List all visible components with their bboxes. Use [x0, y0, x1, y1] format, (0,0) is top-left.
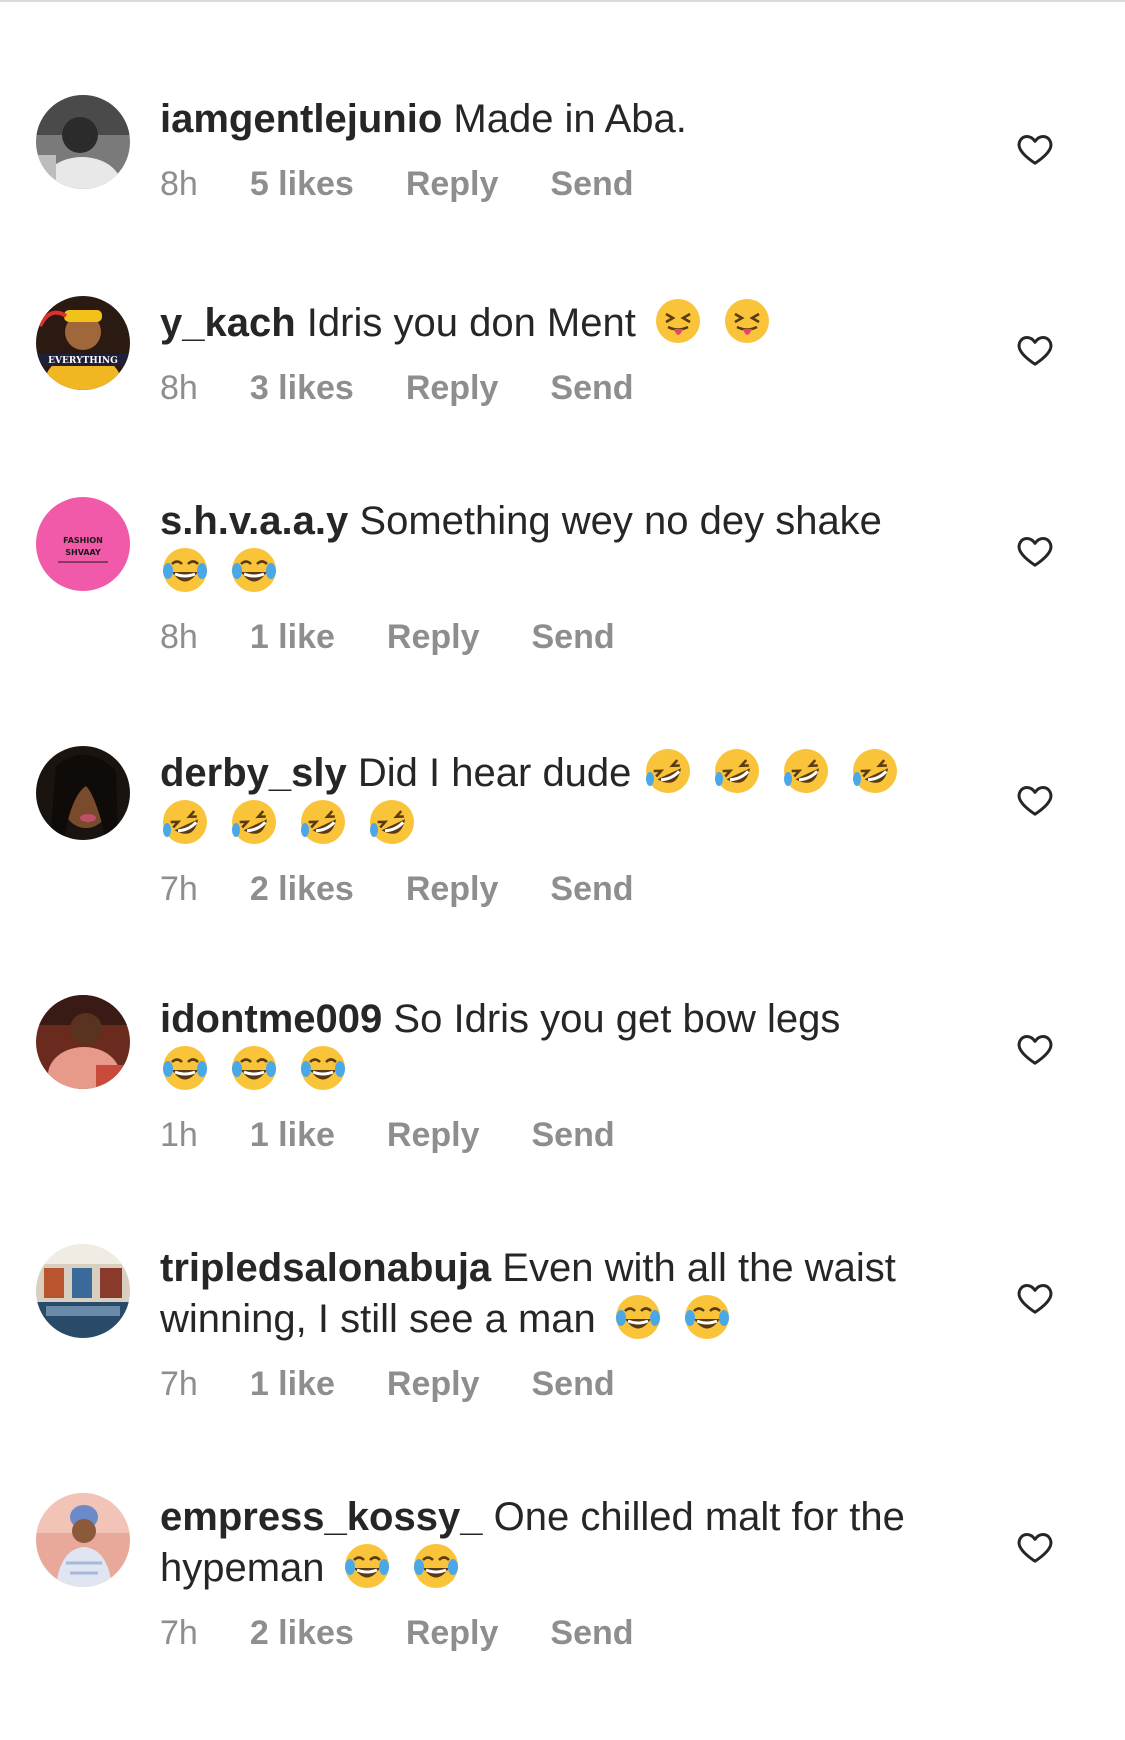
comment-time: 8h	[160, 369, 198, 407]
comment-likes[interactable]: 3 likes	[250, 369, 354, 408]
comment-body: tripledsalonabuja Even with all the wais…	[160, 1244, 960, 1404]
comment-username[interactable]: empress_kossy_	[160, 1495, 482, 1539]
comment-likes[interactable]: 1 like	[250, 1116, 335, 1155]
comment-body: iamgentlejunio Made in Aba. 8h 5 likes R…	[160, 95, 960, 204]
avatar[interactable]: FASHION SHVAAY	[36, 497, 130, 591]
avatar-label: EVERYTHING	[48, 356, 118, 366]
comment-username[interactable]: iamgentlejunio	[160, 97, 442, 141]
avatar[interactable]: EVERYTHING	[36, 296, 130, 390]
tears-of-joy-emoji	[685, 1295, 730, 1339]
comment-body: idontme009 So Idris you get bow legs 1h …	[160, 995, 960, 1155]
reply-button[interactable]: Reply	[387, 1365, 480, 1404]
tears-of-joy-emoji	[232, 548, 277, 592]
heart-icon[interactable]	[1015, 1278, 1055, 1318]
rolling-laughing-emoji	[232, 800, 277, 844]
heart-icon[interactable]	[1015, 1527, 1055, 1567]
tears-of-joy-emoji	[413, 1544, 458, 1588]
send-button[interactable]: Send	[532, 618, 615, 657]
comment-username[interactable]: tripledsalonabuja	[160, 1246, 491, 1290]
avatar-label: SHVAAY	[65, 548, 101, 557]
heart-icon[interactable]	[1015, 330, 1055, 370]
comment-body: empress_kossy_ One chilled malt for the …	[160, 1493, 960, 1653]
comment-meta: 7h 1 like Reply Send	[160, 1365, 960, 1404]
comment-meta: 7h 2 likes Reply Send	[160, 870, 960, 909]
rolling-laughing-emoji	[714, 749, 759, 793]
comment-meta: 1h 1 like Reply Send	[160, 1116, 960, 1155]
comment-meta: 8h 1 like Reply Send	[160, 618, 960, 657]
comment-likes[interactable]: 2 likes	[250, 1614, 354, 1653]
comment-meta: 7h 2 likes Reply Send	[160, 1614, 960, 1653]
reply-button[interactable]: Reply	[387, 618, 480, 657]
rolling-laughing-emoji	[163, 800, 207, 844]
comment-text: Made in Aba.	[453, 97, 687, 141]
comment-text-line: tripledsalonabuja Even with all the wais…	[160, 1244, 960, 1343]
send-button[interactable]: Send	[550, 165, 633, 204]
comment-time: 1h	[160, 1116, 198, 1154]
send-button[interactable]: Send	[550, 369, 633, 408]
send-button[interactable]: Send	[532, 1116, 615, 1155]
comment-text-line: derby_sly Did I hear dude	[160, 746, 960, 848]
avatar[interactable]	[36, 746, 130, 840]
comment-meta: 8h 5 likes Reply Send	[160, 165, 960, 204]
send-button[interactable]: Send	[532, 1365, 615, 1404]
top-divider	[0, 0, 1125, 2]
reply-button[interactable]: Reply	[406, 1614, 499, 1653]
heart-icon[interactable]	[1015, 780, 1055, 820]
reply-button[interactable]: Reply	[406, 870, 499, 909]
avatar[interactable]	[36, 1244, 130, 1338]
reply-button[interactable]: Reply	[387, 1116, 480, 1155]
comment-text-line: idontme009 So Idris you get bow legs	[160, 995, 960, 1094]
comment-time: 7h	[160, 1365, 198, 1403]
reply-button[interactable]: Reply	[406, 369, 499, 408]
comment-text: Idris you don Ment	[306, 301, 636, 345]
squinting-tongue-emoji	[655, 299, 700, 343]
comment-likes[interactable]: 1 like	[250, 618, 335, 657]
heart-icon[interactable]	[1015, 531, 1055, 571]
comment-text: Did I hear dude	[357, 751, 632, 795]
comment-time: 8h	[160, 618, 198, 656]
comment-text: Something wey no dey shake	[359, 499, 882, 543]
comment-text-line: iamgentlejunio Made in Aba.	[160, 95, 960, 143]
comment-body: derby_sly Did I hear dude 7h 2 likes Rep…	[160, 746, 960, 909]
squinting-tongue-emoji	[725, 299, 770, 343]
tears-of-joy-emoji	[301, 1046, 346, 1090]
avatar[interactable]	[36, 995, 130, 1089]
send-button[interactable]: Send	[550, 1614, 633, 1653]
comment-likes[interactable]: 5 likes	[250, 165, 354, 204]
comment-username[interactable]: idontme009	[160, 997, 382, 1041]
comment-text-line: y_kach Idris you don Ment	[160, 296, 960, 347]
comment-body: y_kach Idris you don Ment 8h 3 likes Rep…	[160, 296, 960, 408]
comment-time: 7h	[160, 1614, 198, 1652]
comment-text: So Idris you get bow legs	[393, 997, 841, 1041]
rolling-laughing-emoji	[645, 749, 690, 793]
send-button[interactable]: Send	[550, 870, 633, 909]
rolling-laughing-emoji	[852, 749, 897, 793]
comment-username[interactable]: derby_sly	[160, 751, 347, 795]
comment-text-line: empress_kossy_ One chilled malt for the …	[160, 1493, 960, 1592]
avatar[interactable]	[36, 1493, 130, 1587]
avatar[interactable]	[36, 95, 130, 189]
rolling-laughing-emoji	[370, 800, 415, 844]
comment-username[interactable]: s.h.v.a.a.y	[160, 499, 348, 543]
tears-of-joy-emoji	[163, 1046, 207, 1090]
tears-of-joy-emoji	[344, 1544, 389, 1588]
comment-time: 8h	[160, 165, 198, 203]
avatar-label: FASHION	[63, 536, 103, 545]
heart-icon[interactable]	[1015, 1029, 1055, 1069]
comment-meta: 8h 3 likes Reply Send	[160, 369, 960, 408]
rolling-laughing-emoji	[301, 800, 346, 844]
comment-text-line: s.h.v.a.a.y Something wey no dey shake	[160, 497, 960, 596]
tears-of-joy-emoji	[232, 1046, 277, 1090]
tears-of-joy-emoji	[615, 1295, 660, 1339]
comment-likes[interactable]: 2 likes	[250, 870, 354, 909]
reply-button[interactable]: Reply	[406, 165, 499, 204]
rolling-laughing-emoji	[783, 749, 828, 793]
comment-time: 7h	[160, 870, 198, 908]
heart-icon[interactable]	[1015, 129, 1055, 169]
comment-username[interactable]: y_kach	[160, 301, 296, 345]
comment-likes[interactable]: 1 like	[250, 1365, 335, 1404]
comment-body: s.h.v.a.a.y Something wey no dey shake 8…	[160, 497, 960, 657]
tears-of-joy-emoji	[163, 548, 207, 592]
